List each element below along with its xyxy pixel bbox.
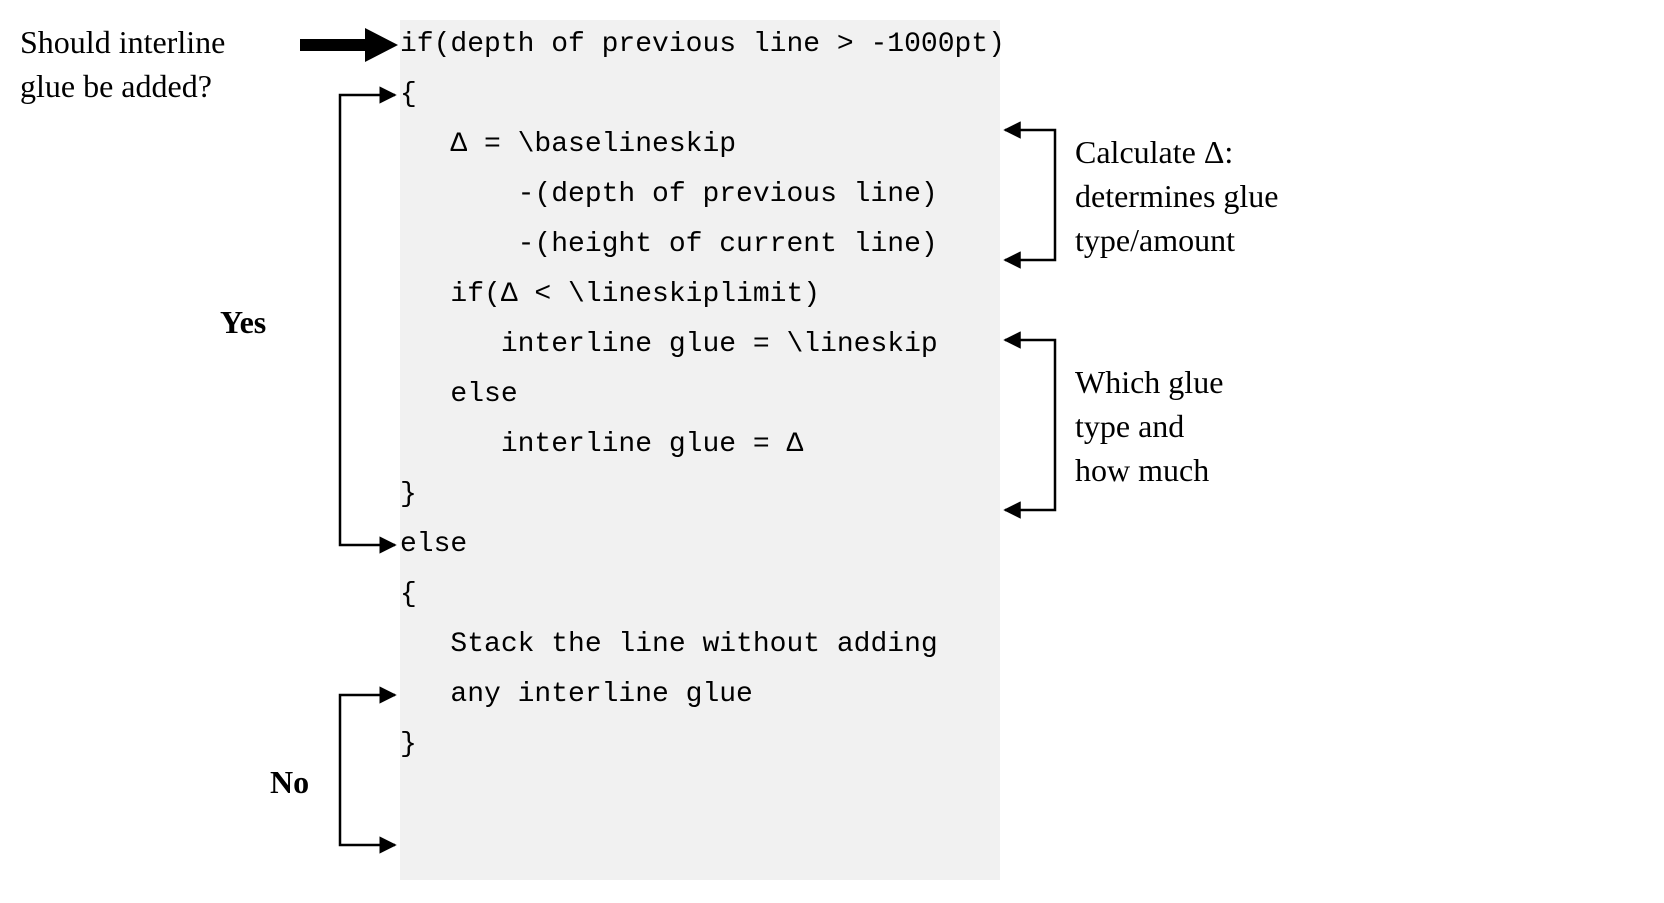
code-line: -(height of current line) <box>400 220 1000 270</box>
code-line: } <box>400 720 1000 770</box>
bracket-which-icon <box>1005 340 1055 510</box>
code-line: else <box>400 520 1000 570</box>
bracket-yes-icon <box>340 95 395 545</box>
code-line: interline glue = \lineskip <box>400 320 1000 370</box>
annotation-question: Should interline glue be added? <box>20 20 380 108</box>
code-line: else <box>400 370 1000 420</box>
code-line: Stack the line without adding <box>400 620 1000 670</box>
code-line: if(Δ < \lineskiplimit) <box>400 270 1000 320</box>
code-line: { <box>400 70 1000 120</box>
bracket-calc-icon <box>1005 130 1055 260</box>
code-line: { <box>400 570 1000 620</box>
diagram-stage: if(depth of previous line > -1000pt) { Δ… <box>0 0 1664 903</box>
code-line: if(depth of previous line > -1000pt) <box>400 20 1000 70</box>
annotation-yes: Yes <box>220 300 266 344</box>
bracket-no-icon <box>340 695 395 845</box>
annotation-which: Which glue type and how much <box>1075 360 1335 492</box>
code-line: any interline glue <box>400 670 1000 720</box>
code-line: interline glue = Δ <box>400 420 1000 470</box>
code-line: -(depth of previous line) <box>400 170 1000 220</box>
annotation-calculate: Calculate Δ: determines glue type/amount <box>1075 130 1375 262</box>
annotation-no: No <box>270 760 309 804</box>
code-block: if(depth of previous line > -1000pt) { Δ… <box>400 20 1000 880</box>
code-line: Δ = \baselineskip <box>400 120 1000 170</box>
code-line: } <box>400 470 1000 520</box>
